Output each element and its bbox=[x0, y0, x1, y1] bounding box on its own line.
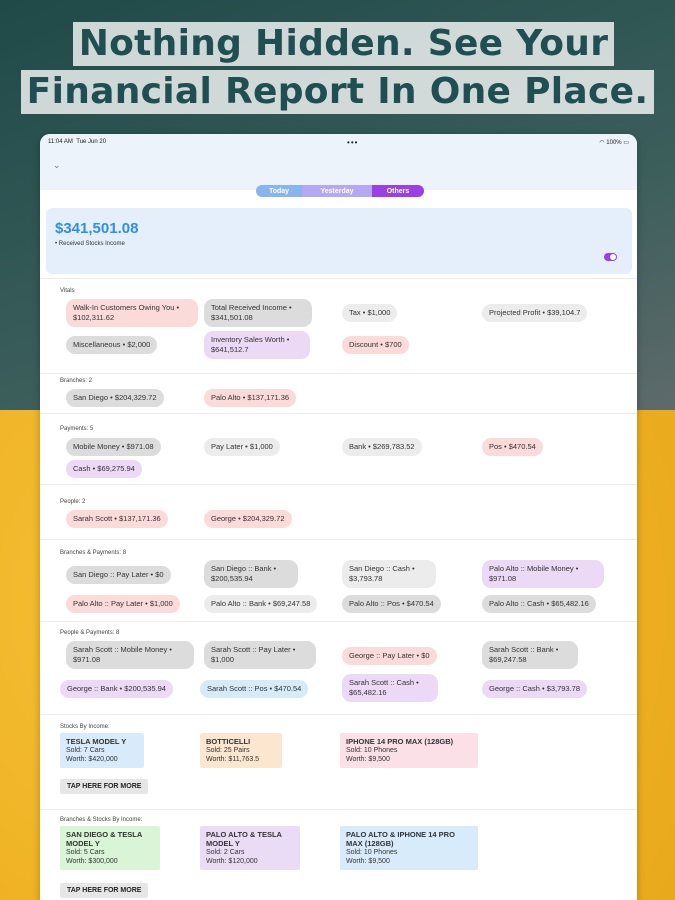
payment-chip[interactable]: Mobile Money • $971.08 bbox=[66, 438, 161, 456]
branch-payment-chip[interactable]: Palo Alto :: Pay Later • $1,000 bbox=[66, 595, 180, 613]
stock-sold: Sold: 10 Phones bbox=[346, 747, 398, 754]
stock-worth: Worth: $420,000 bbox=[66, 756, 118, 763]
stock-name: IPHONE 14 PRO MAX (128GB) bbox=[346, 737, 454, 746]
section-title: Branches: 2 bbox=[60, 378, 93, 384]
stock-name: PALO ALTO & TESLA MODEL Y bbox=[206, 830, 282, 848]
tab-today[interactable]: Today bbox=[256, 185, 302, 197]
income-toggle[interactable] bbox=[604, 253, 617, 261]
stock-sold: Sold: 5 Cars bbox=[66, 849, 105, 856]
person-payment-chip[interactable]: George :: Pay Later • $0 bbox=[342, 647, 437, 665]
branch-payment-chip[interactable]: San Diego :: Cash • $3,793.78 bbox=[342, 560, 436, 588]
section-title: Branches & Stocks By Income: bbox=[60, 817, 143, 823]
payment-chip[interactable]: Pay Later • $1,000 bbox=[204, 438, 280, 456]
stock-sold: Sold: 2 Cars bbox=[206, 849, 245, 856]
vital-chip[interactable]: Tax • $1,000 bbox=[342, 304, 398, 322]
vital-chip[interactable]: Discount • $700 bbox=[342, 336, 409, 354]
people-payments-section: People & Payments: 8 Sarah Scott :: Mobi… bbox=[40, 621, 637, 714]
people-section: People: 2 Sarah Scott • $137,171.36 Geor… bbox=[40, 484, 637, 540]
branch-payment-chip[interactable]: San Diego :: Bank • $200,535.94 bbox=[204, 560, 298, 588]
branch-payment-chip[interactable]: San Diego :: Pay Later • $0 bbox=[66, 566, 171, 584]
stock-worth: Worth: $120,000 bbox=[206, 858, 258, 865]
stock-name: TESLA MODEL Y bbox=[66, 737, 127, 746]
wifi-icon: ◠ bbox=[599, 139, 605, 146]
branches-payments-section: Branches & Payments: 8 San Diego :: Pay … bbox=[40, 539, 637, 621]
chevron-down-icon[interactable]: ⌄ bbox=[53, 160, 61, 171]
payment-chip[interactable]: Pos • $470.54 bbox=[482, 438, 543, 456]
branches-section: Branches: 2 San Diego • $204,329.72 Palo… bbox=[40, 373, 637, 413]
person-chip[interactable]: George • $204,329.72 bbox=[204, 510, 292, 528]
branch-stock-card[interactable]: PALO ALTO & IPHONE 14 PRO MAX (128GB) So… bbox=[340, 826, 478, 870]
person-payment-chip[interactable]: Sarah Scott :: Pay Later • $1,000 bbox=[204, 641, 316, 669]
tablet-screen: 11:04 AM Tue Jun 20 ••• ◠ 100% ▭ ⌄ Today… bbox=[40, 134, 637, 900]
stock-sold: Sold: 25 Pairs bbox=[206, 747, 250, 754]
stock-card[interactable]: TESLA MODEL Y Sold: 7 Cars Worth: $420,0… bbox=[60, 733, 144, 768]
section-title: People & Payments: 8 bbox=[60, 630, 120, 636]
vital-chip[interactable]: Inventory Sales Worth • $641,512.7 bbox=[204, 331, 310, 359]
section-title: Payments: 5 bbox=[60, 426, 94, 432]
tab-yesterday[interactable]: Yesterday bbox=[302, 185, 372, 197]
person-payment-chip[interactable]: Sarah Scott :: Cash • $65,482.16 bbox=[342, 674, 438, 702]
headline-line-1: Nothing Hidden. See Your bbox=[72, 22, 615, 66]
income-label: • Received Stocks Income bbox=[55, 241, 125, 247]
stock-card[interactable]: BOTTICELLI Sold: 25 Pairs Worth: $11,763… bbox=[200, 733, 282, 768]
section-title: Vitals bbox=[60, 288, 75, 294]
income-summary-card: $341,501.08 • Received Stocks Income bbox=[46, 208, 632, 274]
branch-chip[interactable]: Palo Alto • $137,171.36 bbox=[204, 389, 297, 407]
payments-section: Payments: 5 Mobile Money • $971.08 Pay L… bbox=[40, 413, 637, 479]
tap-more-button[interactable]: TAP HERE FOR MORE bbox=[60, 883, 149, 898]
battery-level: 100% bbox=[606, 139, 622, 146]
payment-chip[interactable]: Cash • $69,275.94 bbox=[66, 460, 142, 478]
branch-stock-card[interactable]: PALO ALTO & TESLA MODEL Y Sold: 2 Cars W… bbox=[200, 826, 300, 870]
stock-worth: Worth: $9,500 bbox=[346, 858, 390, 865]
stocks-income-section: Stocks By Income: TESLA MODEL Y Sold: 7 … bbox=[40, 714, 637, 809]
section-title: People: 2 bbox=[60, 499, 86, 505]
tab-others[interactable]: Others bbox=[372, 185, 424, 197]
vital-chip[interactable]: Walk-In Customers Owing You • $102,311.6… bbox=[66, 299, 198, 327]
branch-payment-chip[interactable]: Palo Alto :: Mobile Money • $971.08 bbox=[482, 560, 604, 588]
stock-worth: Worth: $11,763.5 bbox=[206, 756, 260, 763]
payment-chip[interactable]: Bank • $269,783.52 bbox=[342, 438, 422, 456]
stock-card[interactable]: IPHONE 14 PRO MAX (128GB) Sold: 10 Phone… bbox=[340, 733, 478, 768]
stock-worth: Worth: $9,500 bbox=[346, 756, 390, 763]
battery-icon: ▭ bbox=[623, 139, 629, 146]
multitask-dots[interactable]: ••• bbox=[347, 138, 358, 147]
section-title: Branches & Payments: 8 bbox=[60, 550, 127, 556]
income-amount: $341,501.08 bbox=[55, 220, 139, 237]
nav-bar: ⌄ bbox=[40, 150, 637, 190]
headline-line-2: Financial Report In One Place. bbox=[20, 70, 655, 114]
branch-chip[interactable]: San Diego • $204,329.72 bbox=[66, 389, 164, 407]
person-payment-chip[interactable]: George :: Cash • $3,793.78 bbox=[482, 680, 588, 698]
vital-chip[interactable]: Projected Profit • $39,104.7 bbox=[482, 304, 588, 322]
vitals-section: Vitals Walk-In Customers Owing You • $10… bbox=[40, 278, 637, 373]
status-date: Tue Jun 20 bbox=[76, 139, 107, 145]
status-time: 11:04 AM bbox=[48, 139, 73, 145]
date-segmented-control: Today Yesterday Others bbox=[256, 185, 424, 197]
branch-payment-chip[interactable]: Palo Alto :: Bank • $69,247.58 bbox=[204, 595, 318, 613]
tap-more-button[interactable]: TAP HERE FOR MORE bbox=[60, 779, 149, 794]
person-payment-chip[interactable]: Sarah Scott :: Bank • $69,247.58 bbox=[482, 641, 578, 669]
stock-sold: Sold: 10 Phones bbox=[346, 849, 398, 856]
person-payment-chip[interactable]: George :: Bank • $200,535.94 bbox=[60, 680, 173, 698]
vital-chip[interactable]: Miscellaneous • $2,000 bbox=[66, 336, 158, 354]
status-bar: 11:04 AM Tue Jun 20 ••• ◠ 100% ▭ bbox=[40, 134, 637, 150]
stock-name: SAN DIEGO & TESLA MODEL Y bbox=[66, 830, 142, 848]
stock-worth: Worth: $300,000 bbox=[66, 858, 118, 865]
branch-stocks-section: Branches & Stocks By Income: SAN DIEGO &… bbox=[40, 809, 637, 900]
branch-payment-chip[interactable]: Palo Alto :: Pos • $470.54 bbox=[342, 595, 441, 613]
person-chip[interactable]: Sarah Scott • $137,171.36 bbox=[66, 510, 168, 528]
marketing-headline: Nothing Hidden. See Your Financial Repor… bbox=[0, 22, 675, 118]
branch-stock-card[interactable]: SAN DIEGO & TESLA MODEL Y Sold: 5 Cars W… bbox=[60, 826, 160, 870]
section-title: Stocks By Income: bbox=[60, 724, 110, 730]
stock-name: BOTTICELLI bbox=[206, 737, 251, 746]
stock-sold: Sold: 7 Cars bbox=[66, 747, 105, 754]
branch-payment-chip[interactable]: Palo Alto :: Cash • $65,482.16 bbox=[482, 595, 596, 613]
person-payment-chip[interactable]: Sarah Scott :: Pos • $470.54 bbox=[200, 680, 309, 698]
stock-name: PALO ALTO & IPHONE 14 PRO MAX (128GB) bbox=[346, 830, 455, 848]
person-payment-chip[interactable]: Sarah Scott :: Mobile Money • $971.08 bbox=[66, 641, 194, 669]
vital-chip[interactable]: Total Received Income • $341,501.08 bbox=[204, 299, 312, 327]
